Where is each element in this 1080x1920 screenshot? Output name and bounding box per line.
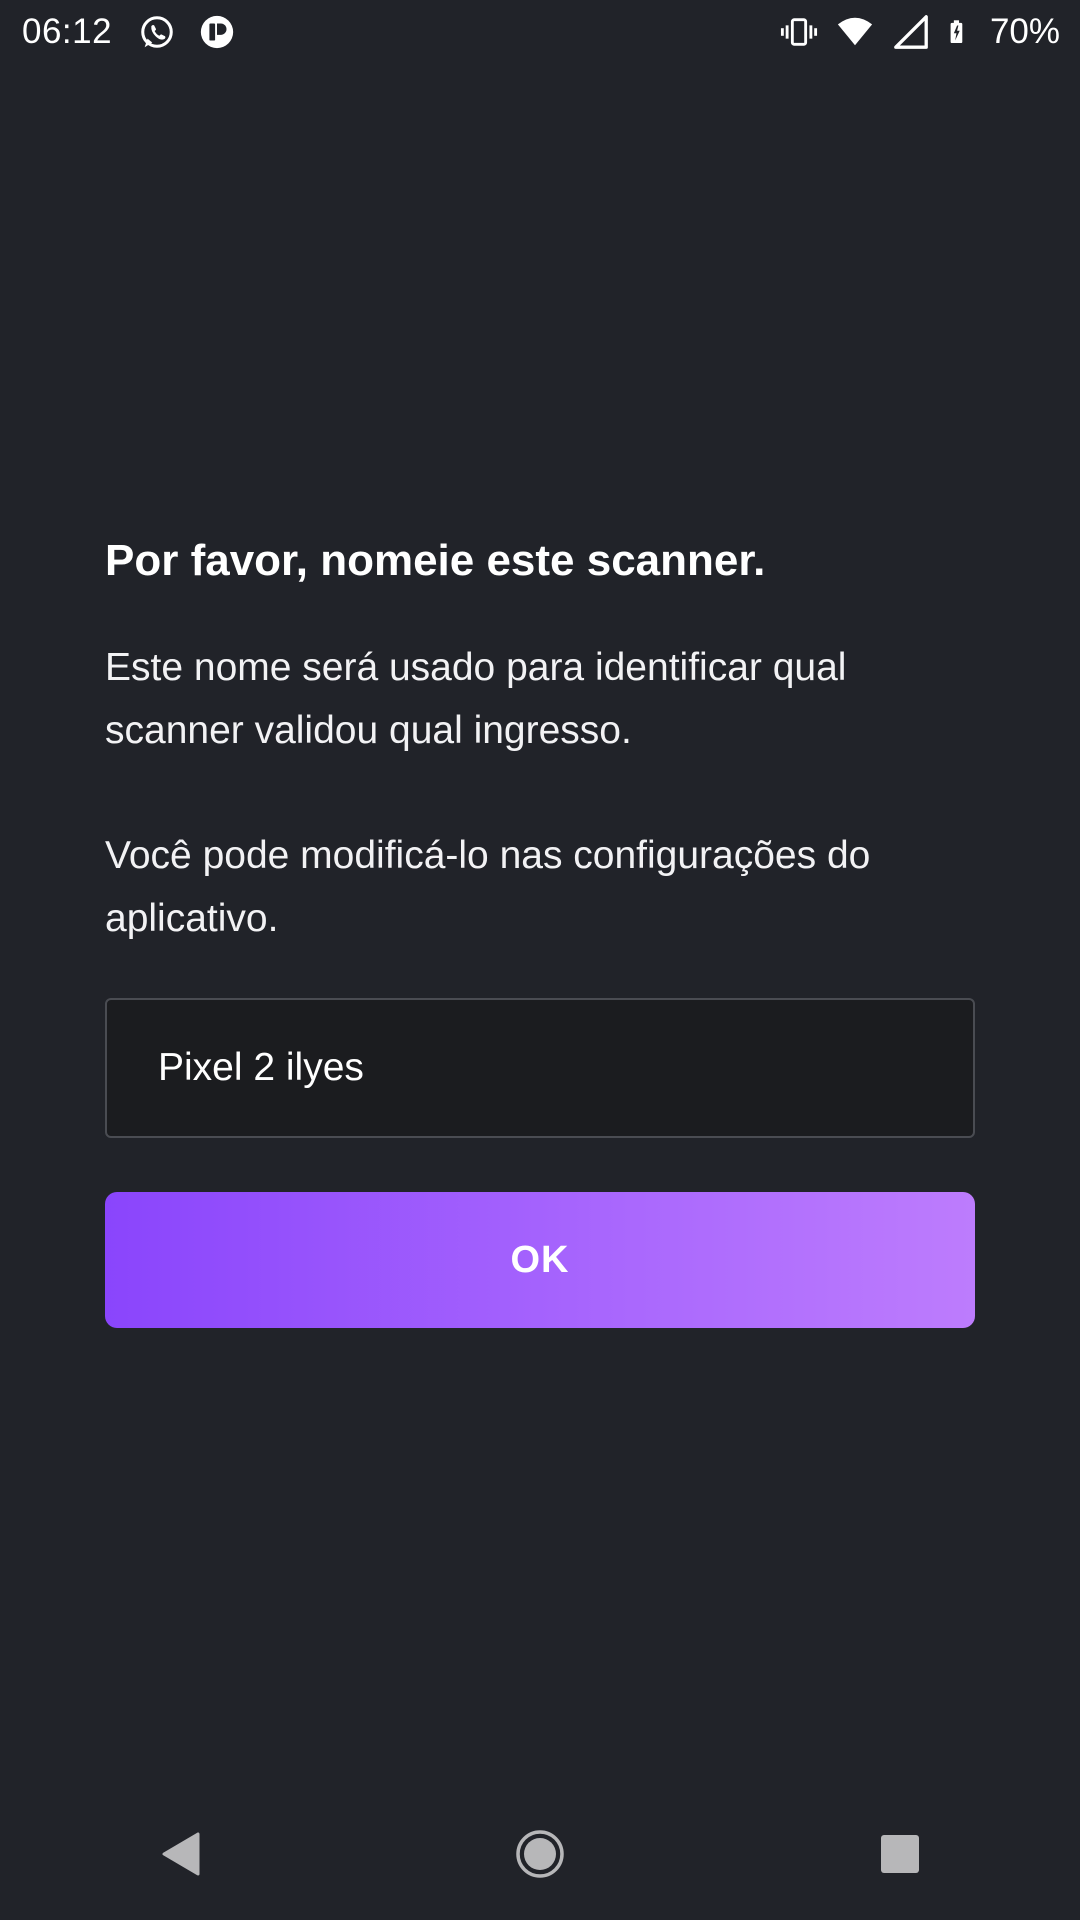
back-button[interactable] — [150, 1824, 210, 1884]
scanner-name-input-value: Pixel 2 ilyes — [158, 1046, 364, 1089]
scanner-name-dialog: Por favor, nomeie este scanner. Este nom… — [105, 528, 975, 1328]
battery-percentage: 70% — [989, 12, 1060, 51]
home-button[interactable] — [510, 1824, 570, 1884]
description-text: Este nome será usado para identificar qu… — [105, 646, 847, 752]
app-notification-icon — [200, 15, 234, 49]
battery-charging-icon — [950, 20, 963, 44]
wifi-icon — [837, 17, 873, 46]
scanner-name-input[interactable]: Pixel 2 ilyes — [105, 998, 975, 1138]
status-time: 06:12 — [22, 12, 113, 51]
settings-note-text: Você pode modificá-lo nas configurações … — [105, 834, 871, 940]
screen: 06:12 70% Por favor, nomeie este scanner… — [0, 0, 1080, 1920]
cellular-signal-icon — [894, 15, 928, 49]
status-right: 70% — [772, 12, 1060, 52]
page-title: Por favor, nomeie este scanner. — [105, 536, 766, 585]
recents-button[interactable] — [870, 1824, 930, 1884]
recents-icon — [881, 1835, 919, 1873]
whatsapp-icon — [141, 16, 173, 48]
vibrate-icon — [780, 18, 817, 46]
home-icon — [516, 1830, 564, 1878]
ok-button[interactable]: OK — [105, 1192, 975, 1328]
status-bar: 06:12 70% — [0, 0, 1080, 64]
status-left: 06:12 — [22, 12, 258, 52]
back-icon — [162, 1832, 200, 1876]
ok-button-label: OK — [510, 1238, 570, 1281]
navigation-bar — [0, 1796, 1080, 1920]
